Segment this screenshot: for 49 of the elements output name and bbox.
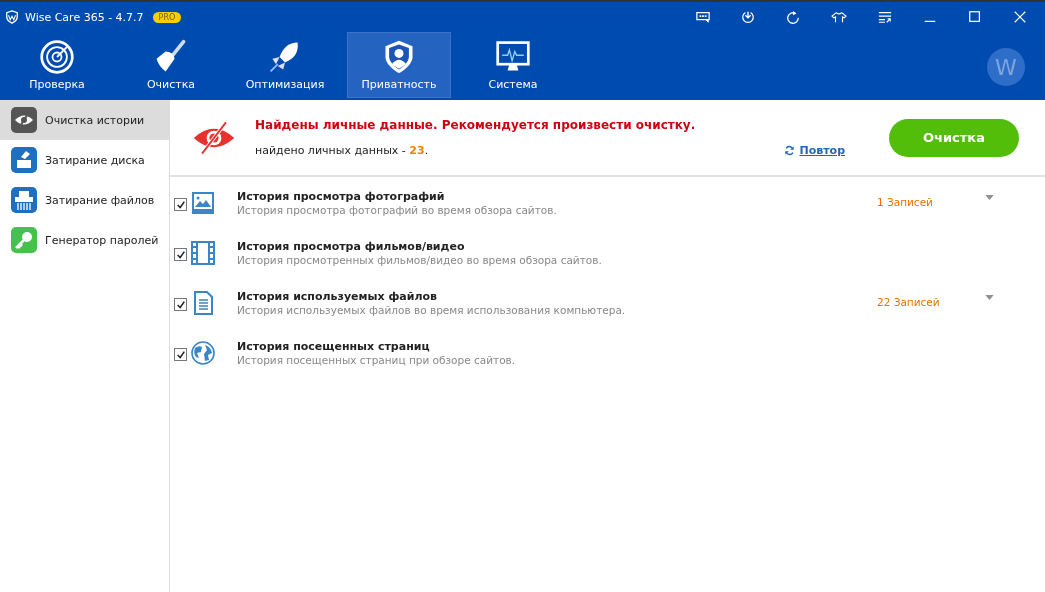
records-count: 1 Записей xyxy=(877,196,934,208)
image-icon xyxy=(191,191,215,215)
item-title: История посещенных страниц xyxy=(237,340,431,353)
item-description: История используемых файлов во время использования компьютера. xyxy=(237,304,627,316)
item-title: История просмотра фотографий xyxy=(237,190,446,203)
list-icon[interactable] xyxy=(878,10,892,24)
refresh-icon[interactable] xyxy=(786,10,800,24)
nav-tab[interactable]: Оптимизация xyxy=(233,32,337,98)
hidden-eye-icon xyxy=(11,107,37,133)
radar-icon xyxy=(39,39,75,75)
retry-link[interactable]: Повтор xyxy=(784,144,845,157)
item-title: История просмотра фильмов/видео xyxy=(237,240,466,253)
nav-tab[interactable]: Очистка xyxy=(119,32,223,98)
sidebar-item[interactable]: Очистка истории xyxy=(0,100,169,140)
disk-eraser-icon xyxy=(11,147,37,173)
download-icon[interactable] xyxy=(741,10,755,24)
nav-tab[interactable]: Система xyxy=(461,32,565,98)
nav-tab[interactable]: Приватность xyxy=(347,32,451,98)
shirt-icon[interactable] xyxy=(831,10,847,24)
sidebar-item[interactable]: Затирание диска xyxy=(0,140,169,180)
sidebar-item[interactable]: Генератор паролей xyxy=(0,220,169,260)
hidden-eye-icon xyxy=(191,118,237,157)
globe-icon xyxy=(191,341,215,365)
checkbox[interactable] xyxy=(174,348,187,361)
caret-icon[interactable] xyxy=(985,295,994,300)
film-icon xyxy=(191,241,215,265)
document-icon xyxy=(191,291,215,315)
checkbox[interactable] xyxy=(174,248,187,261)
warning-headline: Найдены личные данные. Рекомендуется произвести очистку. xyxy=(255,118,697,132)
sidebar-item[interactable]: Затирание файлов xyxy=(0,180,169,220)
records-count: 22 Записей xyxy=(877,296,941,308)
item-description: История просмотра фотографий во время обзора сайтов. xyxy=(237,204,558,216)
checkbox[interactable] xyxy=(174,298,187,311)
item-title: История используемых файлов xyxy=(237,290,439,303)
nav-tab[interactable]: Проверка xyxy=(5,32,109,98)
pro-badge: PRO xyxy=(152,11,182,23)
checkbox[interactable] xyxy=(174,198,187,211)
window-title: Wise Care 365 - 4.7.7 xyxy=(25,10,144,24)
found-count-text: найдено личных данных - 23. xyxy=(255,144,429,157)
refresh-icon xyxy=(784,145,796,156)
item-description: История просмотренных фильмов/видео во время обзора сайтов. xyxy=(237,254,603,266)
maximize-icon[interactable] xyxy=(968,10,982,24)
message-icon[interactable] xyxy=(696,10,710,24)
item-description: История посещенных страниц при обзоре сайтов. xyxy=(237,354,517,366)
shredder-icon xyxy=(11,187,37,213)
close-icon[interactable] xyxy=(1013,10,1027,24)
key-icon xyxy=(11,227,37,253)
shield-logo-icon xyxy=(5,10,19,24)
caret-icon[interactable] xyxy=(985,195,994,200)
